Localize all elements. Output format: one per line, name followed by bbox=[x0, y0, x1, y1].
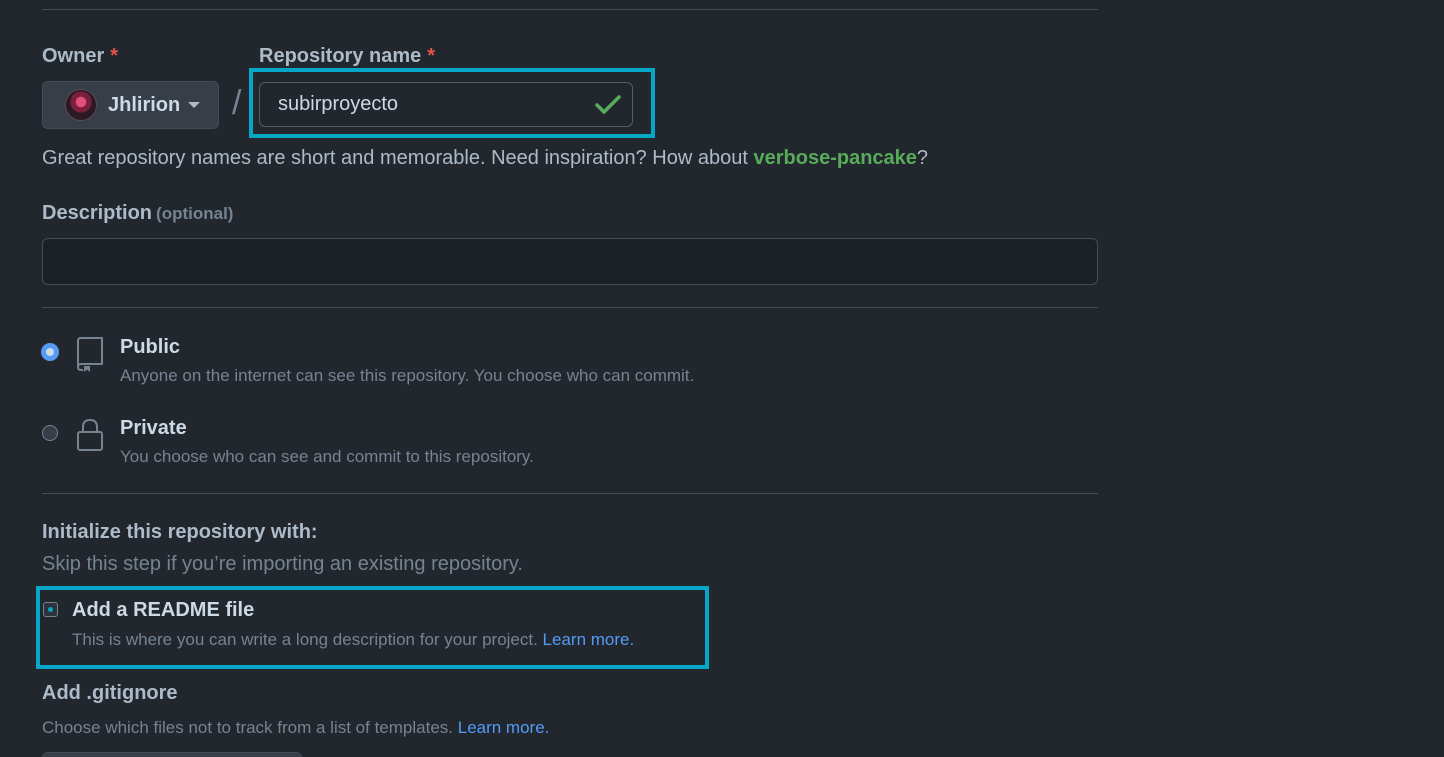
public-description: Anyone on the internet can see this repo… bbox=[120, 366, 695, 385]
checkbox-focus-dot bbox=[48, 607, 53, 612]
check-icon bbox=[595, 95, 621, 114]
private-title: Private bbox=[120, 417, 187, 439]
owner-name: Jhlirion bbox=[108, 93, 181, 116]
name-suggestion-link[interactable]: verbose-pancake bbox=[753, 147, 916, 169]
description-input[interactable] bbox=[42, 238, 1098, 285]
hint-suffix: ? bbox=[916, 147, 929, 169]
repository-name-hint: Great repository names are short and mem… bbox=[42, 147, 928, 170]
create-repository-form: Owner* Repository name* Jhlirion / Great… bbox=[0, 0, 1444, 757]
gitignore-learn-more-link[interactable]: Learn more. bbox=[458, 718, 550, 737]
public-radio[interactable] bbox=[42, 344, 58, 360]
chevron-down-icon bbox=[188, 102, 201, 108]
divider bbox=[42, 493, 1098, 494]
private-description: You choose who can see and commit to thi… bbox=[120, 447, 534, 466]
gitignore-description: Choose which files not to track from a l… bbox=[42, 718, 549, 738]
owner-dropdown[interactable]: Jhlirion bbox=[42, 81, 219, 129]
owner-label: Owner * bbox=[42, 45, 118, 68]
repository-name-required-mark: * bbox=[427, 45, 436, 67]
gitignore-description-text: Choose which files not to track from a l… bbox=[42, 718, 458, 737]
owner-required-mark: * bbox=[110, 45, 119, 67]
readme-learn-more-link[interactable]: Learn more. bbox=[543, 630, 635, 649]
initialize-heading: Initialize this repository with: bbox=[42, 521, 318, 543]
gitignore-heading: Add .gitignore bbox=[42, 682, 178, 704]
owner-label-text: Owner bbox=[42, 45, 105, 67]
description-label-text: Description bbox=[42, 202, 153, 224]
repository-name-label: Repository name * bbox=[259, 45, 435, 68]
owner-avatar bbox=[65, 89, 97, 121]
lock-icon bbox=[77, 418, 103, 451]
hint-text: Great repository names are short and mem… bbox=[42, 147, 754, 169]
divider bbox=[42, 307, 1098, 308]
gitignore-template-select[interactable] bbox=[42, 752, 302, 757]
description-optional: (optional) bbox=[156, 204, 234, 223]
description-label: Description (optional) bbox=[42, 202, 233, 225]
repository-name-label-text: Repository name bbox=[259, 45, 422, 67]
readme-description-text: This is where you can write a long descr… bbox=[72, 630, 543, 649]
owner-repo-separator: / bbox=[232, 84, 242, 122]
readme-title: Add a README file bbox=[72, 599, 255, 621]
public-title: Public bbox=[120, 336, 181, 358]
repository-name-input[interactable] bbox=[259, 82, 633, 127]
readme-checkbox[interactable] bbox=[43, 602, 58, 617]
repo-book-icon bbox=[77, 337, 103, 372]
initialize-subtext: Skip this step if you’re importing an ex… bbox=[42, 553, 523, 575]
private-radio[interactable] bbox=[42, 425, 58, 441]
top-divider bbox=[42, 9, 1098, 10]
readme-description: This is where you can write a long descr… bbox=[72, 630, 634, 650]
